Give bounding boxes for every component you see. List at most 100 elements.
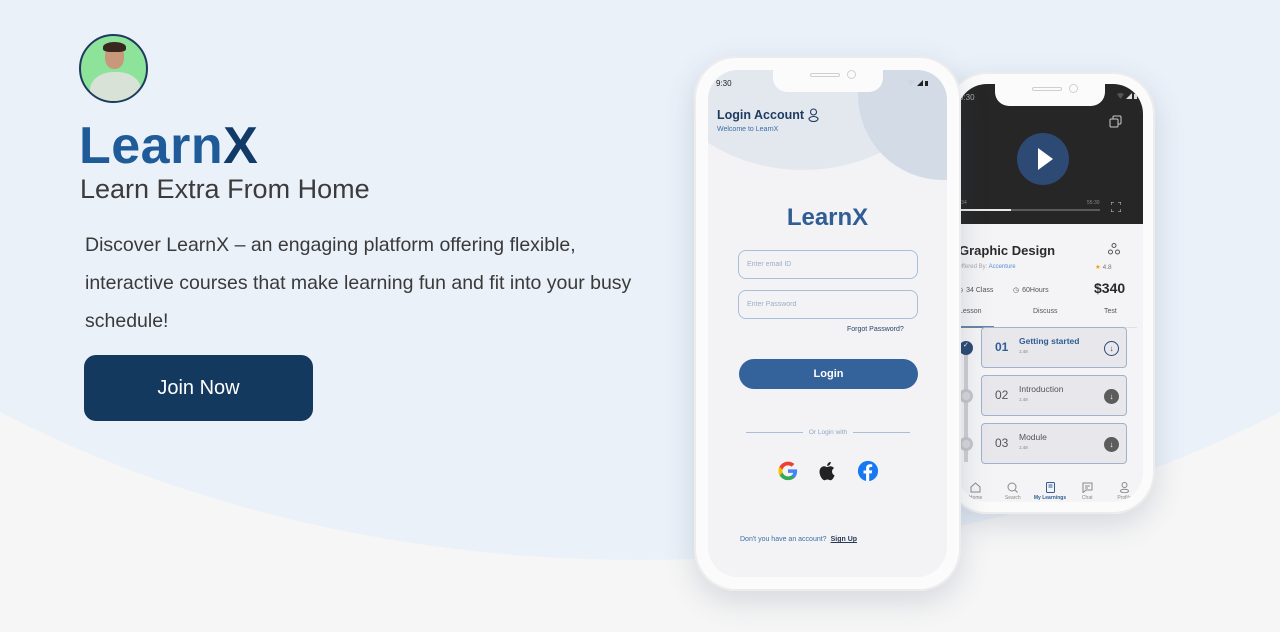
profile-icon [1119, 482, 1129, 493]
avatar-hair [103, 42, 126, 52]
battery-icon [925, 81, 928, 86]
social-login-row [708, 459, 947, 483]
classes-count: ◷34 Class [957, 286, 994, 295]
signal-icon [1126, 93, 1132, 99]
course-tabs: Lesson Discuss Test [957, 308, 1137, 328]
nav-chat[interactable]: Chat [1069, 482, 1106, 502]
lesson-status-dot [959, 437, 973, 451]
app-logo: LearnX [786, 204, 869, 231]
notch [772, 70, 883, 92]
rating: ★ 4.8 [1095, 263, 1112, 271]
avatar-body [90, 72, 141, 101]
status-time: 9:30 [716, 79, 732, 88]
brand-main: Learn [79, 117, 224, 175]
facebook-login-button[interactable] [856, 459, 880, 483]
tab-test[interactable]: Test [1104, 308, 1117, 315]
signal-icon [917, 80, 923, 86]
nav-my-learnings[interactable]: My Learnings [1031, 482, 1068, 502]
forgot-password-link[interactable]: Forgot Password? [847, 326, 904, 333]
video-progress-bar[interactable] [957, 209, 1100, 211]
hours-label: 60Hours [1022, 286, 1049, 294]
battery-icon [1134, 94, 1137, 99]
book-icon [1045, 482, 1055, 493]
play-button[interactable] [1017, 133, 1069, 185]
lesson-name: Introduction [1019, 384, 1064, 394]
tagline: Learn Extra From Home [80, 174, 370, 204]
download-icon[interactable]: ↓ [1104, 341, 1119, 356]
nav-profile[interactable]: Profile [1106, 482, 1143, 502]
signup-row: Don't you have an account? Sign Up [740, 536, 857, 543]
copy-icon[interactable] [1109, 115, 1122, 128]
clock-icon: ◷ [1013, 287, 1020, 294]
status-icons [907, 80, 928, 86]
download-icon[interactable]: ↓ [1104, 437, 1119, 452]
signup-prompt: Don't you have an account? [740, 536, 827, 543]
hours-count: ◷ 60Hours [1013, 286, 1049, 295]
brand-title: LearnX [79, 116, 258, 176]
login-button[interactable]: Login [739, 359, 918, 389]
status-time: 9:30 [959, 93, 975, 102]
description: Discover LearnX – an engaging platform o… [85, 234, 632, 332]
avatar [79, 34, 148, 103]
lesson-number: 01 [995, 340, 1009, 354]
nav-label: Chat [1081, 495, 1093, 501]
login-phone-mockup: 9:30 Login Account Welcome to LearnX Lea… [694, 56, 961, 591]
login-screen: 9:30 Login Account Welcome to LearnX Lea… [708, 70, 947, 577]
star-icon: ★ [1095, 264, 1101, 271]
brand-x: X [223, 117, 259, 175]
tab-discuss[interactable]: Discuss [1033, 308, 1058, 315]
classes-label: 34 Class [966, 286, 994, 294]
lesson-duration: 1:48 [1019, 445, 1028, 450]
lesson-item[interactable]: 02 Introduction 1:48 ↓ [981, 375, 1127, 416]
lesson-item[interactable]: 01 Getting started 1:48 ↓ [981, 327, 1127, 368]
lesson-status-dot [959, 341, 973, 355]
status-icons [1117, 93, 1137, 99]
bottom-nav: Home Search My Learnings Chat Profile [957, 482, 1143, 502]
video-total: 55:30 [1087, 200, 1100, 206]
google-login-button[interactable] [776, 459, 800, 483]
nav-label: Profile [1117, 495, 1132, 501]
wifi-icon [1117, 93, 1124, 99]
notch [995, 84, 1105, 106]
social-divider: Or Login with [746, 429, 911, 436]
fullscreen-icon[interactable] [1111, 202, 1121, 212]
login-title-text: Login Account [717, 108, 805, 122]
join-now-button[interactable]: Join Now [84, 355, 313, 421]
lesson-number: 03 [995, 436, 1009, 450]
nav-search[interactable]: Search [994, 482, 1031, 502]
home-icon [970, 482, 981, 493]
google-icon [777, 461, 797, 481]
course-title: Graphic Design [959, 243, 1056, 258]
user-icon [808, 108, 819, 122]
wifi-icon [907, 80, 915, 86]
lesson-item[interactable]: 03 Module 1:48 ↓ [981, 423, 1127, 464]
nav-home[interactable]: Home [957, 482, 994, 502]
offered-by-label: Offered By: [957, 264, 988, 270]
tab-lesson[interactable]: Lesson [959, 308, 982, 315]
divider-label: Or Login with [808, 429, 848, 436]
offered-by-org[interactable]: Accenture [989, 264, 1016, 270]
apple-icon [819, 461, 835, 481]
facebook-icon [857, 460, 878, 482]
lesson-number: 02 [995, 388, 1009, 402]
divider-line [746, 432, 803, 433]
course-price: $340 [1094, 280, 1126, 296]
download-icon[interactable]: ↓ [1104, 389, 1119, 404]
login-title: Login Account [717, 108, 819, 122]
share-icon[interactable] [1108, 243, 1120, 255]
nav-label: My Learnings [1033, 495, 1067, 501]
signup-link[interactable]: Sign Up [831, 536, 857, 543]
chat-icon [1082, 482, 1093, 493]
offered-by: Offered By: Accenture [957, 264, 1016, 270]
email-input[interactable] [738, 250, 918, 279]
video-progress-fill [957, 209, 1012, 211]
login-subtitle: Welcome to LearnX [717, 126, 779, 133]
password-input[interactable] [738, 290, 918, 319]
lesson-name: Getting started [1019, 336, 1080, 346]
search-icon [1007, 482, 1019, 493]
lesson-name: Module [1019, 432, 1047, 442]
lesson-status-dot [959, 389, 973, 403]
nav-label: Home [968, 495, 983, 501]
lesson-duration: 1:48 [1019, 397, 1028, 402]
apple-login-button[interactable] [816, 459, 840, 483]
